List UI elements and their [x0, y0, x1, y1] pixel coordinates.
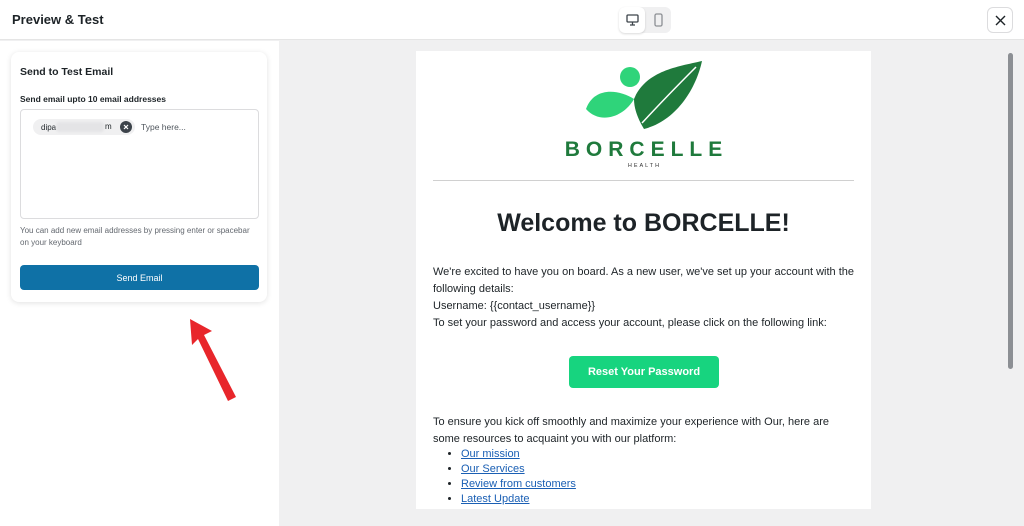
- close-icon: [995, 15, 1005, 25]
- email-recipients-box[interactable]: dipa m: [20, 109, 259, 219]
- test-email-panel: Send to Test Email Send email upto 10 em…: [0, 41, 279, 526]
- close-icon: [123, 124, 129, 130]
- remove-email-button[interactable]: [120, 121, 132, 133]
- mobile-view-button[interactable]: [645, 7, 671, 33]
- email-input[interactable]: [141, 120, 251, 134]
- brand-subtitle: HEALTH: [627, 163, 662, 169]
- username-line: Username: {{contact_username}}: [433, 300, 596, 312]
- page-title: Preview & Test: [12, 12, 104, 27]
- email-chip-redacted: [56, 122, 104, 132]
- reset-password-button[interactable]: Reset Your Password: [569, 356, 719, 388]
- link-our-mission[interactable]: Our mission: [461, 448, 520, 460]
- pointer-arrow-icon: [190, 319, 236, 401]
- list-item: Latest Update: [461, 492, 576, 507]
- leaf-logo-icon: [586, 61, 702, 129]
- mobile-icon: [653, 13, 663, 27]
- device-toggle: [619, 7, 671, 33]
- send-email-button[interactable]: Send Email: [20, 265, 259, 290]
- email-hint-text: You can add new email addresses by press…: [20, 226, 250, 247]
- link-latest-update[interactable]: Latest Update: [461, 493, 530, 505]
- brand-name: BORCELLE: [564, 138, 729, 161]
- close-button[interactable]: [987, 7, 1013, 33]
- list-item: Our mission: [461, 447, 576, 462]
- intro-paragraph: We're excited to have you on board. As a…: [433, 266, 855, 295]
- email-intro: We're excited to have you on board. As a…: [433, 264, 858, 332]
- link-our-services[interactable]: Our Services: [461, 463, 525, 475]
- preview-scrollbar[interactable]: [1008, 53, 1013, 369]
- email-field-label: Send email upto 10 email addresses: [20, 94, 166, 104]
- resources-paragraph: To ensure you kick off smoothly and maxi…: [433, 416, 829, 445]
- email-chip-suffix: m: [105, 122, 112, 131]
- password-instructions: To set your password and access your acc…: [433, 317, 827, 329]
- divider: [433, 180, 854, 181]
- email-chip: dipa m: [33, 119, 135, 135]
- list-item: Our Services: [461, 462, 576, 477]
- top-bar: Preview & Test: [0, 0, 1024, 40]
- test-email-card: Send to Test Email Send email upto 10 em…: [11, 52, 267, 302]
- email-preview: BORCELLE HEALTH Welcome to BORCELLE! We'…: [416, 51, 871, 509]
- card-title: Send to Test Email: [20, 66, 114, 78]
- email-chip-prefix: dipa: [41, 122, 57, 132]
- desktop-icon: [625, 14, 639, 26]
- resource-links: Our mission Our Services Review from cus…: [461, 447, 576, 507]
- link-reviews[interactable]: Review from customers: [461, 478, 576, 490]
- email-heading: Welcome to BORCELLE!: [497, 209, 790, 237]
- list-item: Review from customers: [461, 477, 576, 492]
- desktop-view-button[interactable]: [619, 7, 645, 33]
